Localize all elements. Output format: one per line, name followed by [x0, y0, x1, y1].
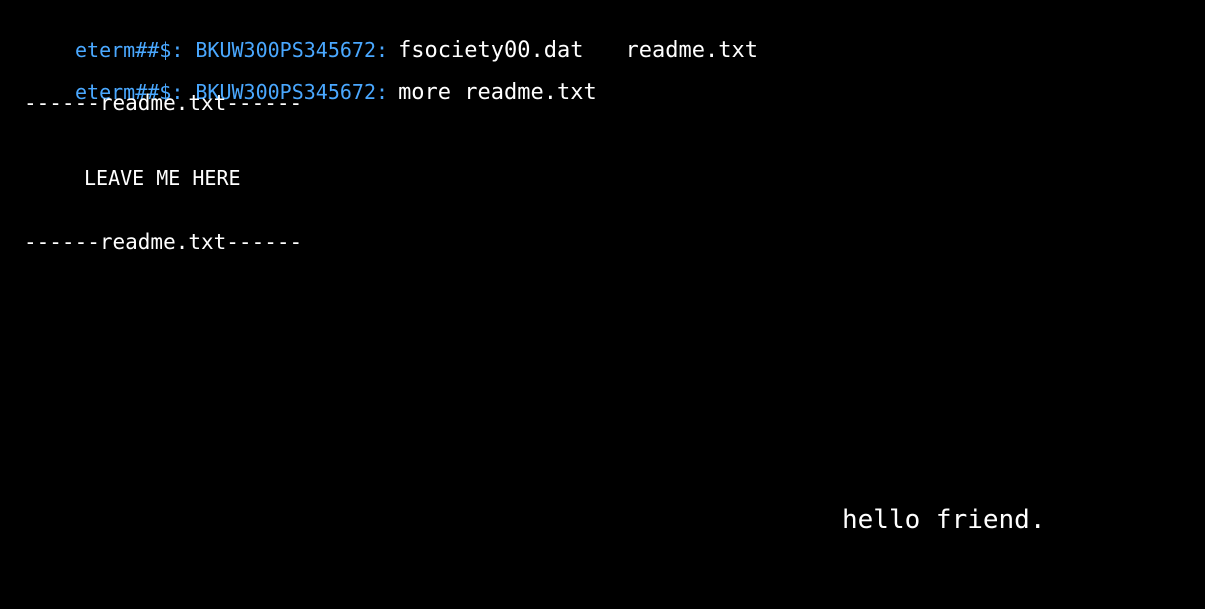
file-footer: ------readme.txt------: [24, 230, 303, 254]
file-name-readme: readme.txt: [625, 38, 758, 63]
command-text: more readme.txt: [398, 80, 597, 105]
terminal-window[interactable]: eterm##$: BKUW300PS345672: fsociety00.dat…: [0, 0, 1205, 609]
greeting-message: hello friend.: [842, 505, 1046, 535]
file-content: LEAVE ME HERE: [84, 166, 241, 190]
file-header: ------readme.txt------: [24, 91, 303, 115]
